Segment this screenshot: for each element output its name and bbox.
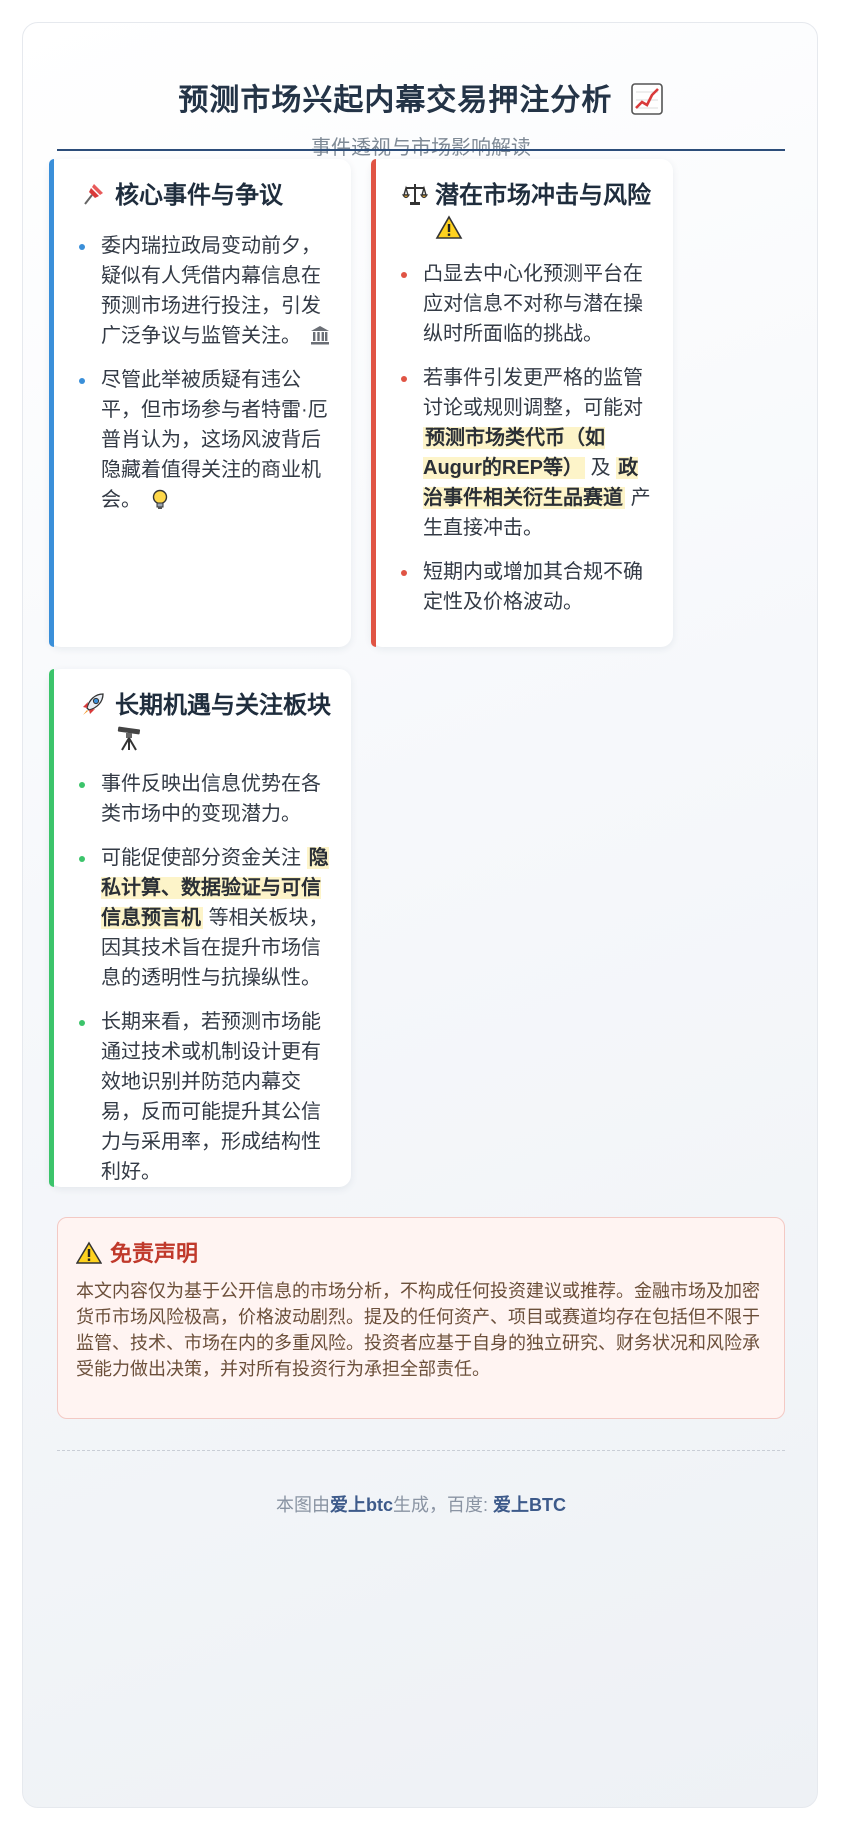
list-item-text-mid: 及	[590, 457, 611, 479]
warning-icon	[76, 1241, 102, 1264]
list-item-text: 事件反映出信息优势在各类市场中的变现潜力。	[101, 773, 321, 825]
card-accent-bar	[49, 669, 54, 1187]
disclaimer-box: 免责声明 本文内容仅为基于公开信息的市场分析，不构成任何投资建议或推荐。金融市场…	[57, 1217, 785, 1419]
warning-icon	[435, 215, 463, 239]
card-accent-bar	[49, 159, 54, 647]
chart-increasing-icon	[630, 83, 663, 115]
footer-divider	[57, 1450, 785, 1451]
card-title: 核心事件与争议	[79, 179, 335, 213]
card-core-events: 核心事件与争议 委内瑞拉政局变动前夕，疑似有人凭借内幕信息在预测市场进行投注，引…	[49, 159, 351, 647]
page-title-text: 预测市场兴起内幕交易押注分析	[178, 84, 613, 117]
disclaimer-text: 本文内容仅为基于公开信息的市场分析，不构成任何投资建议或推荐。金融市场及加密货币…	[76, 1281, 760, 1379]
list-item: 委内瑞拉政局变动前夕，疑似有人凭借内幕信息在预测市场进行投注，引发广泛争议与监管…	[79, 231, 331, 351]
rocket-icon	[83, 693, 104, 715]
header: 预测市场兴起内幕交易押注分析 事件透视与市场影响解读	[57, 51, 785, 160]
list-item-text: 委内瑞拉政局变动前夕，疑似有人凭借内幕信息在预测市场进行投注，引发广泛争议与监管…	[101, 235, 321, 347]
classical-building-icon	[311, 326, 329, 345]
card-title: 长期机遇与关注板块	[79, 689, 335, 757]
card-title: 潜在市场冲击与风险	[401, 179, 657, 247]
footer-prefix: 本图由	[275, 1495, 330, 1515]
bullet-dot	[79, 856, 85, 862]
bullet-dot	[79, 244, 85, 250]
card-title-text: 核心事件与争议	[115, 182, 283, 209]
card-long-term: 长期机遇与关注板块 事件反映出信息优势在各类市场中的变现潜力。 可能促使部分资金…	[49, 669, 351, 1187]
footer-middle: 生成，百度:	[392, 1495, 493, 1515]
list-item: 尽管此举被质疑有违公平，但市场参与者特雷·厄普肖认为，这场风波背后隐藏着值得关注…	[79, 365, 331, 515]
list-item-text: 短期内或增加其合规不确定性及价格波动。	[423, 561, 643, 613]
list-item: 凸显去中心化预测平台在应对信息不对称与潜在操纵时所面临的挑战。	[401, 259, 653, 349]
card-market-risk: 潜在市场冲击与风险 凸显去中心化预测平台在应对信息不对称与潜在操纵时所面临的挑战…	[371, 159, 673, 647]
light-bulb-icon	[152, 489, 168, 509]
bullet-dot	[79, 378, 85, 384]
header-divider	[57, 149, 785, 151]
bullet-dot	[401, 570, 407, 576]
footer-brand-link: 爱上btc	[329, 1495, 393, 1515]
bullet-dot	[79, 1020, 85, 1026]
list-item-text: 长期来看，若预测市场能通过技术或机制设计更有效地识别并防范内幕交易，反而可能提升…	[101, 1011, 321, 1183]
list-item-text: 尽管此举被质疑有违公平，但市场参与者特雷·厄普肖认为，这场风波背后隐藏着值得关注…	[101, 369, 328, 511]
disclaimer-title: 免责声明	[76, 1236, 198, 1268]
list-item: 长期来看，若预测市场能通过技术或机制设计更有效地识别并防范内幕交易，反而可能提升…	[79, 1007, 331, 1187]
list-item-text-pre: 可能促使部分资金关注	[101, 847, 301, 869]
disclaimer-title-text: 免责声明	[110, 1241, 199, 1266]
list-item: 若事件引发更严格的监管讨论或规则调整，可能对 预测市场类代币（如Augur的RE…	[401, 363, 653, 543]
highlight-prediction-tokens: 预测市场类代币（如Augur的REP等）	[423, 427, 605, 479]
list-item: 可能促使部分资金关注 隐私计算、数据验证与可信信息预言机 等相关板块，因其技术旨…	[79, 843, 331, 993]
pushpin-icon	[84, 184, 103, 205]
list-item-text: 凸显去中心化预测平台在应对信息不对称与潜在操纵时所面临的挑战。	[423, 263, 643, 345]
card-title-text: 潜在市场冲击与风险	[435, 182, 651, 209]
card-list: 事件反映出信息优势在各类市场中的变现潜力。 可能促使部分资金关注 隐私计算、数据…	[79, 769, 331, 1201]
list-item: 事件反映出信息优势在各类市场中的变现潜力。	[79, 769, 331, 829]
list-item: 短期内或增加其合规不确定性及价格波动。	[401, 557, 653, 617]
card-accent-bar	[371, 159, 376, 647]
card-title-text: 长期机遇与关注板块	[115, 692, 331, 719]
page-container: 预测市场兴起内幕交易押注分析 事件透视与市场影响解读 核心事件与争议 委内瑞拉政…	[22, 22, 818, 1808]
bullet-dot	[401, 376, 407, 382]
bullet-dot	[401, 272, 407, 278]
balance-scale-icon	[401, 184, 429, 205]
footer-baidu-keyword: 爱上BTC	[493, 1495, 566, 1515]
page-subtitle: 事件透视与市场影响解读	[311, 137, 531, 159]
page-title: 预测市场兴起内幕交易押注分析	[57, 75, 785, 119]
telescope-icon	[117, 726, 141, 751]
list-item-text-pre: 若事件引发更严格的监管讨论或规则调整，可能对	[423, 367, 643, 419]
footer: 本图由爱上btc生成，百度: 爱上BTC	[57, 1491, 785, 1517]
bullet-dot	[79, 782, 85, 788]
card-list: 凸显去中心化预测平台在应对信息不对称与潜在操纵时所面临的挑战。 若事件引发更严格…	[401, 259, 653, 631]
card-list: 委内瑞拉政局变动前夕，疑似有人凭借内幕信息在预测市场进行投注，引发广泛争议与监管…	[79, 231, 331, 529]
